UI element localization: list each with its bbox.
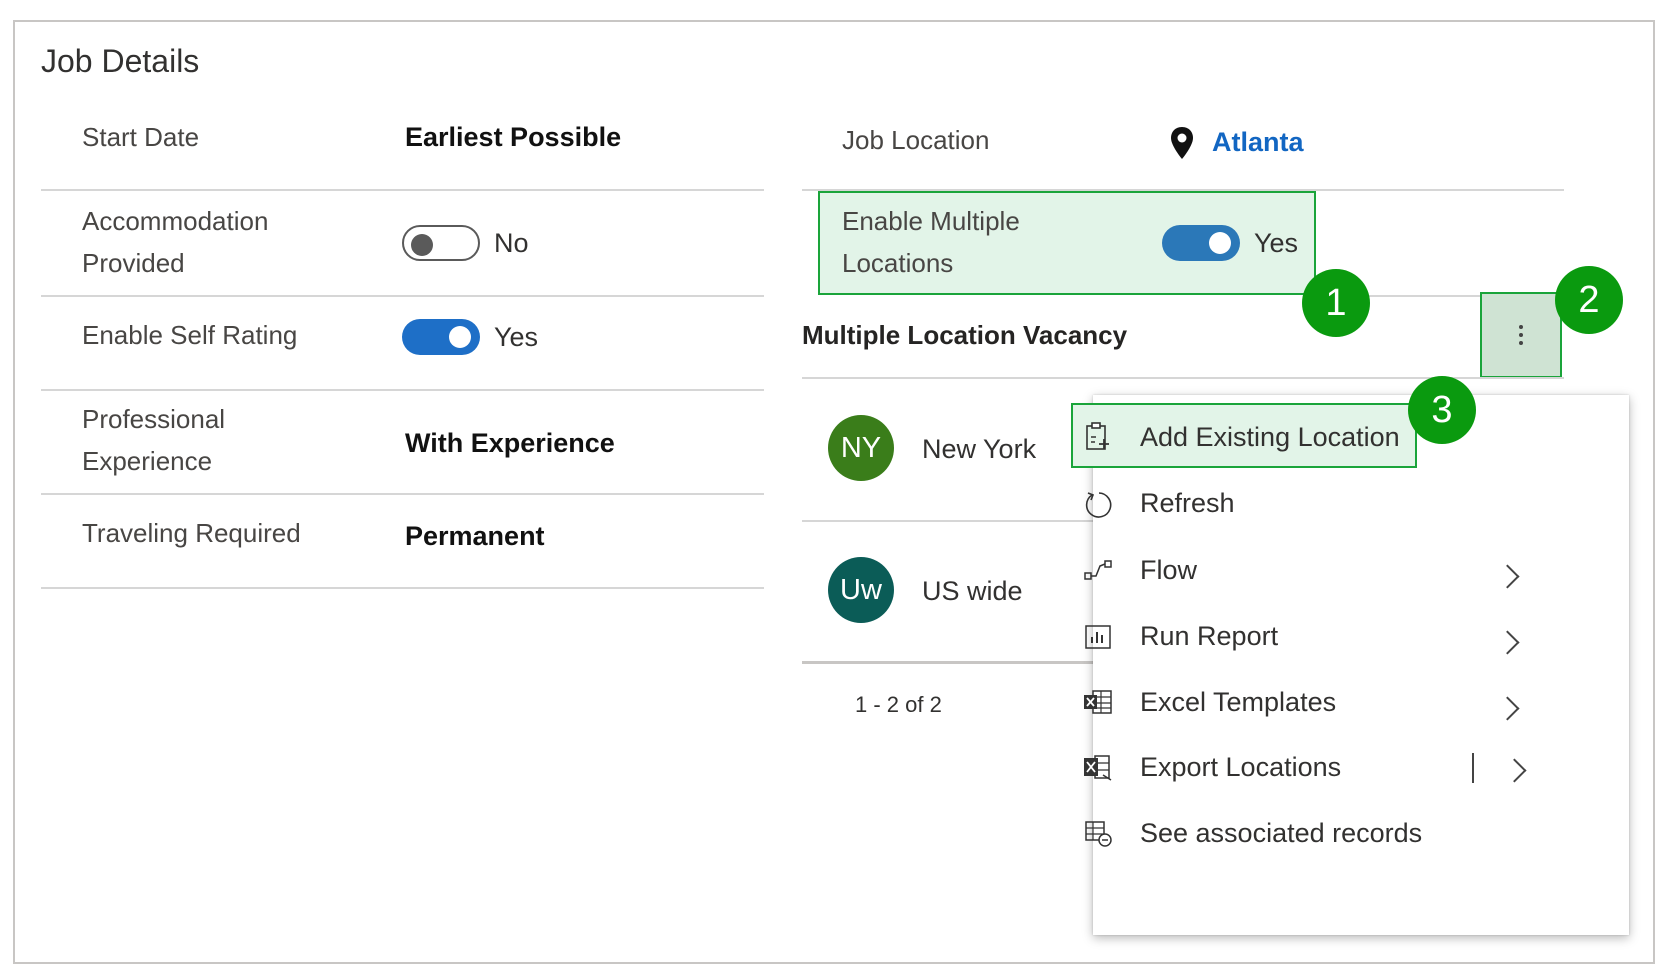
experience-label: Professional Experience [82, 404, 226, 476]
multiple-locations-label: Enable Multiple Locations [842, 206, 1020, 278]
self-rating-label: Enable Self Rating [82, 320, 298, 350]
more-vertical-icon [1519, 325, 1523, 345]
multiple-locations-toggle[interactable] [1162, 225, 1240, 261]
row-name[interactable]: New York [922, 434, 1036, 465]
self-rating-value: Yes [494, 322, 539, 352]
avatar: Uw [828, 557, 894, 623]
experience-value[interactable]: With Experience [405, 428, 615, 459]
section-title: Job Details [41, 43, 200, 79]
start-date-value[interactable]: Earliest Possible [405, 122, 621, 153]
menu-item-label: Excel Templates [1140, 687, 1337, 717]
chevron-right-icon [1495, 564, 1520, 589]
divider [41, 587, 764, 589]
menu-item-label: Refresh [1140, 488, 1235, 518]
callout-badge-2: 2 [1555, 266, 1623, 334]
divider [41, 189, 764, 191]
callout-badge-3: 3 [1408, 376, 1476, 444]
menu-item-label: See associated records [1140, 818, 1423, 848]
avatar-initials: Uw [840, 574, 882, 606]
accommodation-toggle[interactable] [402, 225, 480, 261]
menu-item-label: Export Locations [1140, 752, 1342, 782]
more-commands-button[interactable] [1480, 292, 1562, 378]
menu-item-run-report[interactable]: Run Report [1086, 619, 1606, 663]
accommodation-value: No [494, 228, 529, 258]
self-rating-toggle[interactable] [402, 319, 480, 355]
avatar-initials: NY [840, 432, 882, 464]
multiple-locations-value: Yes [1254, 228, 1299, 258]
start-date-label: Start Date [82, 122, 200, 152]
chevron-right-icon [1495, 630, 1520, 655]
divider [41, 389, 764, 391]
menu-item-flow[interactable]: Flow [1086, 553, 1606, 597]
avatar: NY [828, 415, 894, 481]
menu-item-excel-templates[interactable]: Excel Templates [1086, 685, 1606, 729]
chevron-right-icon [1495, 696, 1520, 721]
chevron-right-icon[interactable] [1502, 758, 1527, 783]
menu-item-export-locations[interactable]: Export Locations [1086, 750, 1606, 794]
divider [802, 661, 1102, 664]
traveling-label: Traveling Required [82, 518, 301, 548]
row-name[interactable]: US wide [922, 576, 1023, 607]
callout-badge-1: 1 [1302, 269, 1370, 337]
job-location-label: Job Location [842, 125, 990, 155]
subgrid-title: Multiple Location Vacancy [802, 320, 1128, 350]
split-divider [1472, 753, 1474, 783]
divider [41, 295, 764, 297]
pagination-text: 1 - 2 of 2 [855, 692, 942, 717]
menu-item-refresh[interactable]: Refresh [1086, 486, 1606, 530]
traveling-value[interactable]: Permanent [405, 521, 545, 552]
map-pin-icon [1170, 126, 1194, 160]
menu-item-see-associated-records[interactable]: See associated records [1086, 816, 1606, 860]
menu-item-label: Add Existing Location [1140, 422, 1400, 452]
divider [802, 520, 1102, 522]
accommodation-label: Accommodation Provided [82, 206, 269, 278]
clipboard-add-icon [1085, 422, 1111, 452]
divider [41, 493, 764, 495]
job-location-link[interactable]: Atlanta [1212, 127, 1304, 158]
menu-item-label: Flow [1140, 555, 1198, 585]
menu-item-label: Run Report [1140, 621, 1279, 651]
